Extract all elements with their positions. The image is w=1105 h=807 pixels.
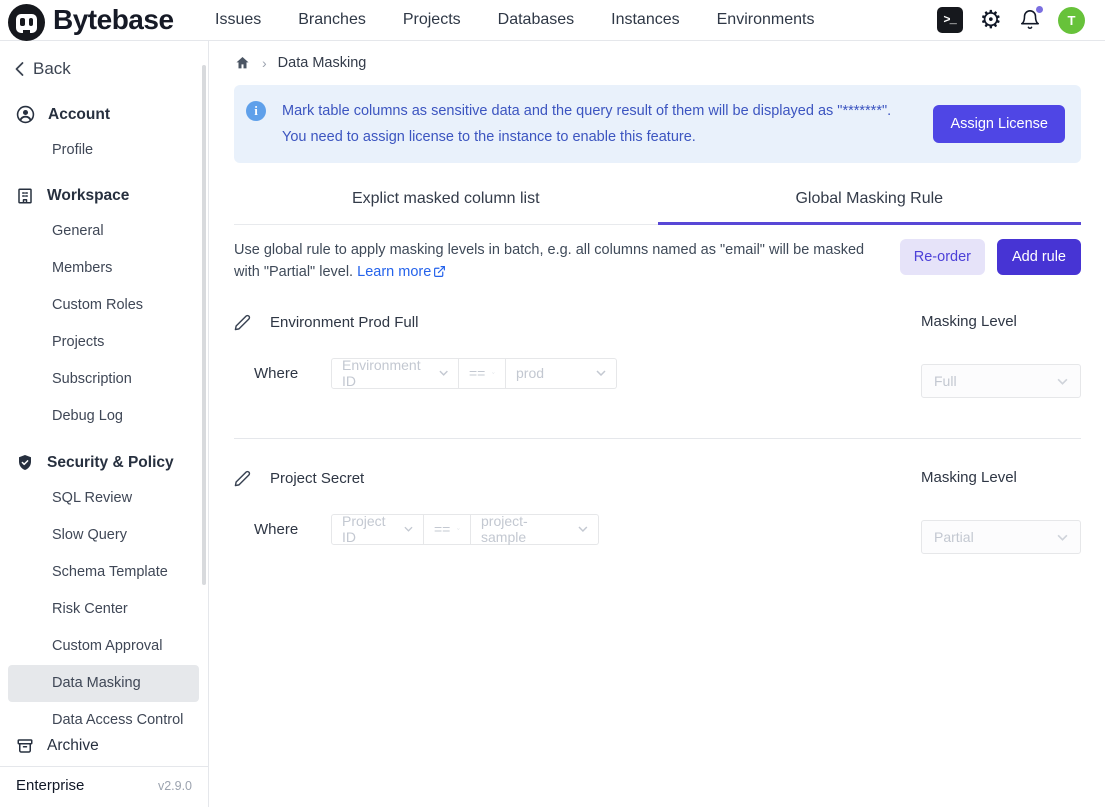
bytebase-logo-icon: [8, 4, 45, 41]
nav-item-issues[interactable]: Issues: [215, 11, 261, 29]
sidebar-section-workspace: Workspace: [0, 179, 208, 213]
rule-title: Project Secret: [270, 470, 364, 487]
chevron-down-icon: [596, 370, 606, 376]
rule-toolbar: Use global rule to apply masking levels …: [234, 239, 1081, 283]
main-nav: Issues Branches Projects Databases Insta…: [215, 11, 814, 29]
rule-title: Environment Prod Full: [270, 314, 418, 331]
masking-level-label: Masking Level: [921, 313, 1017, 330]
where-label: Where: [254, 521, 310, 538]
archive-icon: [16, 737, 34, 755]
chevron-down-icon: [578, 526, 588, 532]
info-icon: i: [246, 101, 266, 121]
main-content: › Data Masking i Mark table columns as s…: [210, 41, 1105, 807]
condition-field-select[interactable]: Environment ID: [331, 358, 459, 389]
sidebar-item-risk-center[interactable]: Risk Center: [8, 591, 199, 628]
masking-tabs: Explict masked column list Global Maskin…: [234, 177, 1081, 225]
sidebar-item-subscription[interactable]: Subscription: [8, 361, 199, 398]
sidebar-item-slow-query[interactable]: Slow Query: [8, 517, 199, 554]
chevron-down-icon: [457, 526, 460, 532]
pencil-edit-icon[interactable]: [234, 314, 251, 331]
masking-level-label: Masking Level: [921, 469, 1017, 486]
sidebar-item-members[interactable]: Members: [8, 250, 199, 287]
chevron-down-icon: [404, 526, 413, 532]
chevron-left-icon: [14, 61, 25, 77]
nav-item-instances[interactable]: Instances: [611, 11, 679, 29]
condition-value-select[interactable]: prod: [506, 358, 617, 389]
tab-global-masking-rule[interactable]: Global Masking Rule: [658, 177, 1082, 225]
top-navbar: Bytebase Issues Branches Projects Databa…: [0, 0, 1105, 41]
pencil-edit-icon[interactable]: [234, 470, 251, 487]
rule-description: Use global rule to apply masking levels …: [234, 239, 889, 283]
masking-rule-card: Environment Prod Full Masking Level Wher…: [234, 283, 1081, 438]
version-label: v2.9.0: [158, 779, 192, 793]
settings-sidebar: Back Account Profile Workspace General M…: [0, 41, 209, 807]
license-info-banner: i Mark table columns as sensitive data a…: [234, 85, 1081, 163]
user-icon: [16, 105, 35, 124]
masking-level-select[interactable]: Full: [921, 364, 1081, 398]
plan-label: Enterprise: [16, 777, 84, 794]
condition-operator-select[interactable]: ==: [459, 358, 506, 389]
nav-item-environments[interactable]: Environments: [717, 11, 815, 29]
back-label: Back: [33, 59, 71, 79]
section-title: Account: [48, 106, 110, 124]
archive-label: Archive: [47, 737, 99, 755]
chevron-right-icon: ›: [262, 55, 267, 71]
section-title: Security & Policy: [47, 454, 174, 472]
banner-line-1: Mark table columns as sensitive data and…: [282, 98, 917, 124]
breadcrumb-current: Data Masking: [278, 55, 367, 71]
breadcrumb: › Data Masking: [210, 41, 1105, 77]
rule-list: Environment Prod Full Masking Level Wher…: [234, 283, 1081, 594]
assign-license-button[interactable]: Assign License: [933, 105, 1065, 143]
condition-operator-select[interactable]: ==: [424, 514, 471, 545]
learn-more-link[interactable]: Learn more: [357, 264, 446, 280]
sidebar-item-sql-review[interactable]: SQL Review: [8, 480, 199, 517]
avatar[interactable]: T: [1058, 7, 1085, 34]
chevron-down-icon: [492, 370, 495, 376]
reorder-button[interactable]: Re-order: [900, 239, 985, 275]
nav-item-projects[interactable]: Projects: [403, 11, 461, 29]
chevron-down-icon: [1057, 378, 1068, 385]
sidebar-item-general[interactable]: General: [8, 213, 199, 250]
condition-expression: Environment ID == prod: [331, 358, 617, 389]
building-icon: [16, 187, 34, 205]
sidebar-item-debug-log[interactable]: Debug Log: [8, 398, 199, 435]
bytebase-logo[interactable]: Bytebase: [0, 0, 205, 41]
condition-field-select[interactable]: Project ID: [331, 514, 424, 545]
condition-expression: Project ID == project-sample: [331, 514, 599, 545]
shield-icon: [16, 453, 34, 472]
sidebar-section-security-policy: Security & Policy: [0, 445, 208, 480]
back-button[interactable]: Back: [0, 41, 208, 87]
section-title: Workspace: [47, 187, 129, 205]
notifications-button[interactable]: [1019, 8, 1041, 32]
condition-value-select[interactable]: project-sample: [471, 514, 599, 545]
sidebar-item-schema-template[interactable]: Schema Template: [8, 554, 199, 591]
sidebar-item-profile[interactable]: Profile: [8, 132, 199, 169]
home-icon[interactable]: [234, 55, 251, 71]
masking-level-select[interactable]: Partial: [921, 520, 1081, 554]
add-rule-button[interactable]: Add rule: [997, 239, 1081, 275]
brand-name: Bytebase: [53, 4, 174, 36]
sidebar-item-projects[interactable]: Projects: [8, 324, 199, 361]
where-label: Where: [254, 365, 310, 382]
sidebar-item-custom-approval[interactable]: Custom Approval: [8, 628, 199, 665]
gear-icon[interactable]: ⚙: [980, 7, 1002, 33]
sidebar-item-data-masking[interactable]: Data Masking: [8, 665, 199, 702]
sidebar-section-account: Account: [0, 97, 208, 132]
sidebar-scrollbar[interactable]: [202, 65, 206, 585]
sidebar-item-custom-roles[interactable]: Custom Roles: [8, 287, 199, 324]
sidebar-item-data-access-control[interactable]: Data Access Control: [8, 702, 199, 728]
nav-item-databases[interactable]: Databases: [498, 11, 575, 29]
external-link-icon: [433, 265, 446, 278]
sidebar-item-archive[interactable]: Archive: [0, 728, 208, 766]
nav-item-branches[interactable]: Branches: [298, 11, 366, 29]
chevron-down-icon: [1057, 534, 1068, 541]
masking-rule-card: Project Secret Masking Level Where Proje…: [234, 438, 1081, 594]
chevron-down-icon: [439, 370, 448, 376]
sidebar-footer: Enterprise v2.9.0: [0, 766, 208, 807]
banner-line-2: You need to assign license to the instan…: [282, 124, 917, 150]
sql-editor-terminal-icon[interactable]: >_: [937, 7, 963, 33]
rule-description-text: Use global rule to apply masking levels …: [234, 242, 864, 280]
tab-explicit-masked-column-list[interactable]: Explict masked column list: [234, 177, 658, 225]
notification-dot: [1035, 5, 1044, 14]
